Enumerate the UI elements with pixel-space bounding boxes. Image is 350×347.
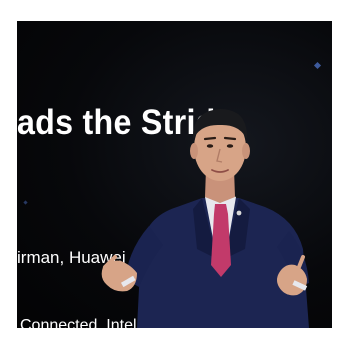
speaker-figure [101, 109, 309, 328]
speaker-tie [211, 204, 231, 277]
keynote-stage: ads the Stride irman, Huawei Connected, … [17, 21, 332, 328]
photo-frame: ads the Stride irman, Huawei Connected, … [0, 0, 350, 347]
